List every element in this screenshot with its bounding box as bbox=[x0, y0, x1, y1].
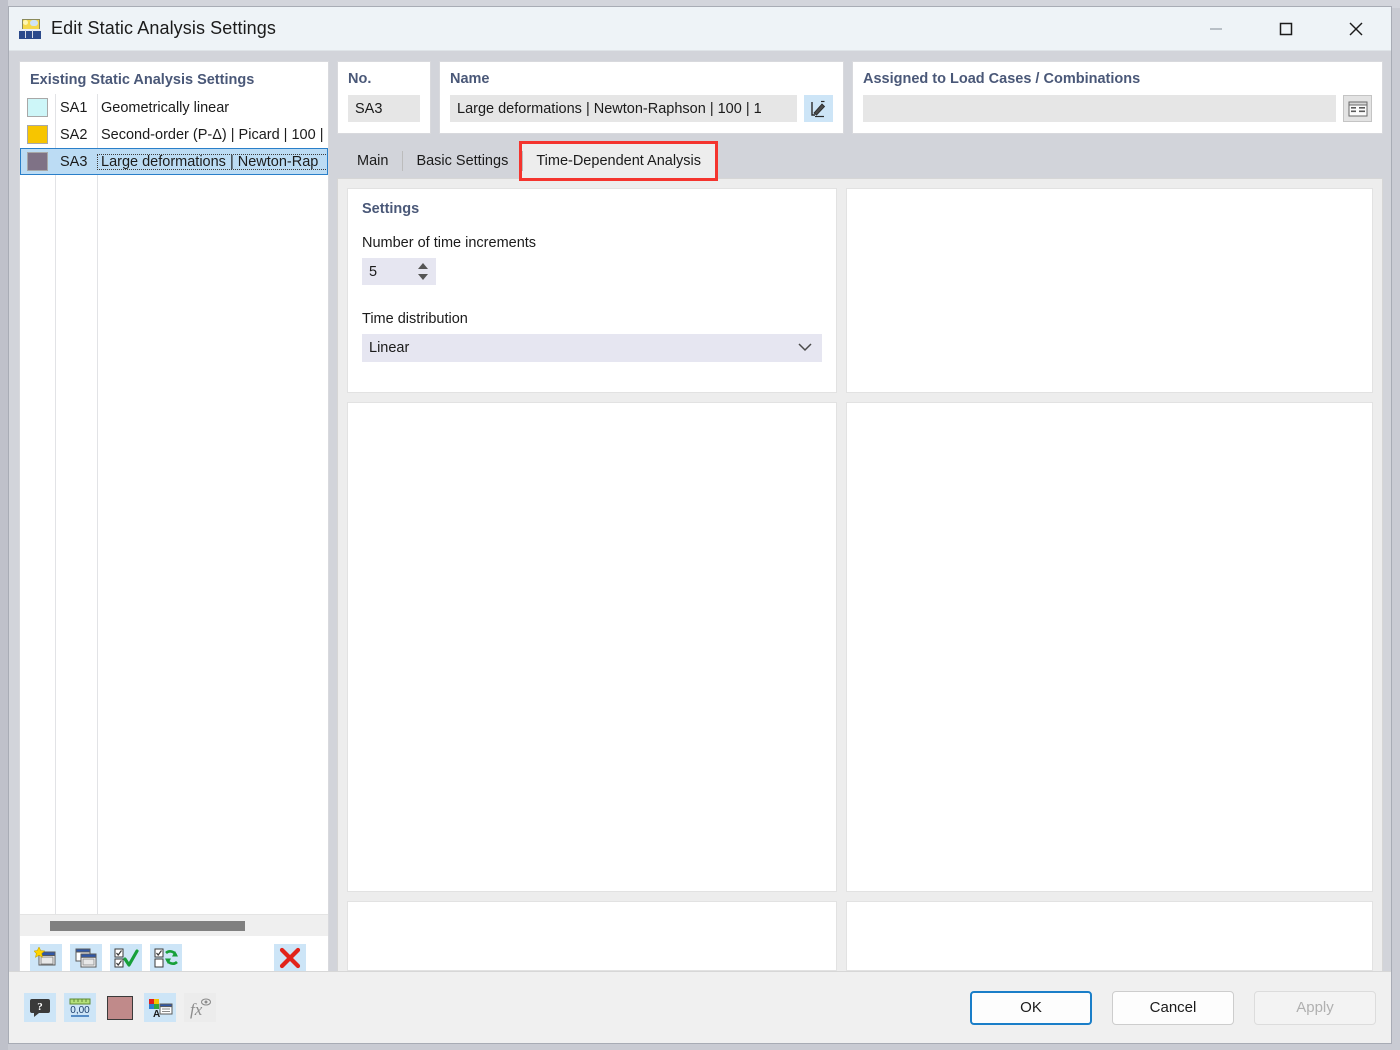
name-label: Name bbox=[450, 71, 833, 87]
window-controls bbox=[1181, 7, 1391, 51]
settings-list[interactable]: SA1 Geometrically linear SA2 Second-orde… bbox=[20, 94, 328, 914]
maximize-icon[interactable] bbox=[1251, 7, 1321, 51]
tab-label: Main bbox=[357, 153, 388, 169]
assigned-field-card: Assigned to Load Cases / Combinations bbox=[852, 61, 1383, 134]
chevron-down-icon[interactable] bbox=[798, 340, 812, 356]
row-description: Geometrically linear bbox=[97, 100, 328, 116]
no-field-card: No. SA3 bbox=[337, 61, 431, 134]
no-label: No. bbox=[348, 71, 420, 87]
info-panel-bottom-left bbox=[347, 901, 837, 971]
cancel-button-label: Cancel bbox=[1150, 999, 1197, 1016]
table-picker-icon[interactable] bbox=[1343, 95, 1372, 122]
svg-text:?: ? bbox=[37, 1001, 43, 1013]
row-color-swatch bbox=[27, 152, 48, 171]
time-distribution-label: Time distribution bbox=[362, 311, 822, 327]
formula-eye-icon[interactable]: fx bbox=[184, 993, 216, 1022]
list-item[interactable]: SA2 Second-order (P-Δ) | Picard | 100 | bbox=[20, 121, 328, 148]
copy-windows-icon[interactable] bbox=[70, 944, 102, 973]
diagram-panel-right bbox=[846, 402, 1373, 892]
horizontal-scrollbar[interactable] bbox=[20, 914, 328, 936]
edit-pencil-icon[interactable] bbox=[804, 95, 833, 122]
stepper-down-icon[interactable] bbox=[418, 274, 428, 280]
existing-settings-title: Existing Static Analysis Settings bbox=[20, 62, 328, 94]
settings-group-title: Settings bbox=[362, 201, 822, 217]
diagram-panel-left bbox=[347, 402, 837, 892]
display-properties-icon[interactable]: A bbox=[144, 993, 176, 1022]
row-color-swatch bbox=[27, 98, 48, 117]
assigned-input[interactable] bbox=[863, 95, 1336, 122]
list-item-selected[interactable]: SA3 Large deformations | Newton-Rap bbox=[20, 148, 328, 175]
row-description: Second-order (P-Δ) | Picard | 100 | bbox=[97, 127, 328, 143]
minimize-icon[interactable] bbox=[1181, 7, 1251, 51]
tab-basic-settings[interactable]: Basic Settings bbox=[402, 144, 522, 178]
decimal-places-icon[interactable]: 0,00 bbox=[64, 993, 96, 1022]
bridge-analysis-icon bbox=[19, 19, 41, 39]
tab-time-dependent-analysis[interactable]: Time-Dependent Analysis bbox=[522, 144, 715, 178]
right-content-area: No. SA3 Name Large deformations | Newton… bbox=[337, 61, 1383, 981]
name-field-card: Name Large deformations | Newton-Raphson… bbox=[439, 61, 844, 134]
dialog-footer: ? 0,00 A bbox=[9, 971, 1391, 1043]
ok-button-label: OK bbox=[1020, 999, 1042, 1016]
settings-group: Settings Number of time increments 5 Tim… bbox=[347, 188, 837, 393]
list-item[interactable]: SA1 Geometrically linear bbox=[20, 94, 328, 121]
cancel-button[interactable]: Cancel bbox=[1112, 991, 1234, 1025]
time-increments-stepper[interactable]: 5 bbox=[362, 258, 436, 285]
list-column-lines bbox=[20, 94, 328, 914]
row-color-swatch bbox=[27, 125, 48, 144]
tab-bar: Main Basic Settings Time-Dependent Analy… bbox=[337, 142, 1383, 178]
time-increments-value: 5 bbox=[369, 264, 377, 280]
tab-label: Time-Dependent Analysis bbox=[536, 153, 701, 169]
time-distribution-value: Linear bbox=[369, 340, 798, 356]
row-no: SA1 bbox=[55, 100, 97, 116]
color-swatch-cell bbox=[20, 98, 55, 117]
apply-button[interactable]: Apply bbox=[1254, 991, 1376, 1025]
window-title: Edit Static Analysis Settings bbox=[51, 18, 276, 39]
color-swatch-cell bbox=[20, 125, 55, 144]
checkbox-check-icon[interactable] bbox=[110, 944, 142, 973]
new-window-star-icon[interactable] bbox=[30, 944, 62, 973]
color-swatch-cell bbox=[20, 152, 55, 171]
red-x-delete-icon[interactable] bbox=[274, 944, 306, 973]
existing-settings-panel: Existing Static Analysis Settings SA1 Ge… bbox=[19, 61, 329, 981]
svg-text:0,00: 0,00 bbox=[70, 1005, 90, 1016]
stepper-up-icon[interactable] bbox=[418, 263, 428, 269]
edit-static-analysis-settings-dialog: Edit Static Analysis Settings Existing S… bbox=[8, 6, 1392, 1044]
tab-main[interactable]: Main bbox=[343, 144, 402, 178]
preview-panel-top-right bbox=[846, 188, 1373, 393]
dialog-body: Existing Static Analysis Settings SA1 Ge… bbox=[9, 51, 1391, 971]
header-fields-row: No. SA3 Name Large deformations | Newton… bbox=[337, 61, 1383, 134]
tab-panel-time-dependent-analysis: Settings Number of time increments 5 Tim… bbox=[337, 178, 1383, 981]
row-no: SA2 bbox=[55, 127, 97, 143]
tab-label: Basic Settings bbox=[416, 153, 508, 169]
scrollbar-thumb[interactable] bbox=[50, 921, 245, 931]
ok-button[interactable]: OK bbox=[970, 991, 1092, 1025]
svg-text:fx: fx bbox=[190, 1000, 203, 1019]
help-bubble-icon[interactable]: ? bbox=[24, 993, 56, 1022]
checkbox-refresh-icon[interactable] bbox=[150, 944, 182, 973]
time-distribution-select[interactable]: Linear bbox=[362, 334, 822, 362]
time-increments-label: Number of time increments bbox=[362, 235, 822, 251]
title-bar: Edit Static Analysis Settings bbox=[9, 7, 1391, 51]
no-input[interactable]: SA3 bbox=[348, 95, 420, 122]
color-swatch-icon[interactable] bbox=[104, 993, 136, 1022]
close-icon[interactable] bbox=[1321, 7, 1391, 51]
row-no: SA3 bbox=[55, 154, 97, 170]
desktop-left-strip bbox=[0, 0, 8, 1050]
row-description: Large deformations | Newton-Rap bbox=[97, 154, 328, 170]
assigned-label: Assigned to Load Cases / Combinations bbox=[863, 71, 1372, 87]
apply-button-label: Apply bbox=[1296, 999, 1334, 1016]
info-panel-bottom-right bbox=[846, 901, 1373, 971]
svg-text:A: A bbox=[153, 1009, 160, 1019]
name-input[interactable]: Large deformations | Newton-Raphson | 10… bbox=[450, 95, 797, 122]
